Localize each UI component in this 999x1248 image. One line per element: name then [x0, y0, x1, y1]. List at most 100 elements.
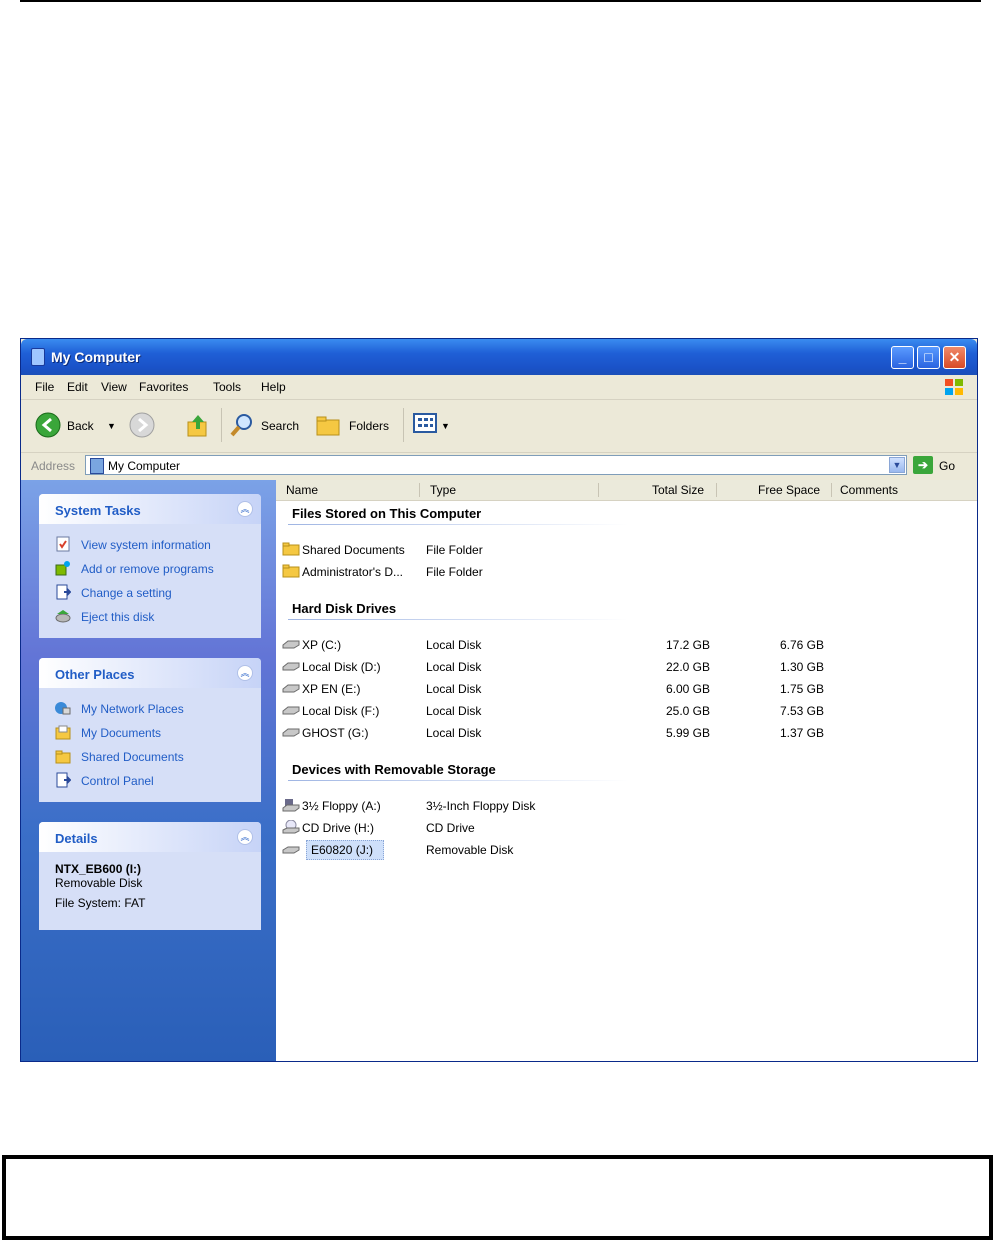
- list-item[interactable]: Local Disk (F:) Local Disk 25.0 GB 7.53 …: [280, 701, 977, 721]
- item-type: File Folder: [426, 543, 483, 557]
- search-button[interactable]: Search: [229, 412, 305, 440]
- menu-favorites[interactable]: Favorites: [139, 380, 188, 394]
- disk-icon: [282, 662, 300, 671]
- group-divider: [288, 619, 628, 620]
- other-places-panel: Other Places ︽ My Network Places My Docu…: [39, 658, 261, 802]
- forward-arrow-icon: [129, 412, 155, 438]
- forward-button[interactable]: [129, 412, 169, 440]
- details-header[interactable]: Details ︽: [39, 822, 261, 852]
- list-item[interactable]: CD Drive (H:) CD Drive: [280, 818, 977, 838]
- item-type: CD Drive: [426, 821, 475, 835]
- maximize-button[interactable]: □: [917, 346, 940, 369]
- disk-icon: [282, 684, 300, 693]
- folders-button[interactable]: Folders: [315, 412, 395, 440]
- other-places-header[interactable]: Other Places ︽: [39, 658, 261, 688]
- title-bar[interactable]: My Computer _ □ ✕: [21, 339, 977, 375]
- list-item[interactable]: Local Disk (D:) Local Disk 22.0 GB 1.30 …: [280, 657, 977, 677]
- column-header-type[interactable]: Type: [430, 483, 456, 499]
- menu-tools[interactable]: Tools: [213, 380, 241, 394]
- column-header-total-size[interactable]: Total Size: [652, 483, 704, 499]
- group-removable-storage: Devices with Removable Storage: [292, 762, 496, 777]
- item-name: GHOST (G:): [302, 726, 369, 740]
- minimize-icon: _: [898, 349, 907, 365]
- control-panel-icon: [56, 584, 71, 600]
- menu-file[interactable]: File: [35, 380, 54, 394]
- other-places-title: Other Places: [55, 667, 135, 682]
- go-button[interactable]: ➔: [913, 456, 933, 474]
- windows-logo-icon: [945, 379, 963, 395]
- up-folder-icon: [187, 415, 207, 437]
- details-file-system: File System: FAT: [55, 896, 146, 910]
- item-name: Administrator's D...: [302, 565, 403, 579]
- task-pane: System Tasks ︽ View system information A…: [21, 480, 276, 1061]
- close-button[interactable]: ✕: [943, 346, 966, 369]
- maximize-icon: □: [924, 349, 933, 365]
- bottom-frame: [2, 1155, 993, 1240]
- views-dropdown-icon: ▼: [441, 421, 450, 431]
- views-button[interactable]: ▼: [413, 412, 453, 440]
- up-folder-button[interactable]: [185, 412, 213, 440]
- search-label: Search: [261, 419, 300, 433]
- item-type: Removable Disk: [426, 843, 514, 857]
- menu-edit[interactable]: Edit: [67, 380, 88, 394]
- back-button[interactable]: Back ▼: [35, 412, 116, 440]
- window-title: My Computer: [51, 349, 141, 365]
- column-divider[interactable]: [598, 483, 599, 497]
- toolbar-separator: [221, 408, 222, 442]
- eject-icon: [55, 610, 71, 623]
- minimize-button[interactable]: _: [891, 346, 914, 369]
- column-header-name[interactable]: Name: [286, 483, 318, 499]
- group-files-stored: Files Stored on This Computer: [292, 506, 482, 521]
- close-icon: ✕: [948, 349, 961, 365]
- details-drive-type: Removable Disk: [55, 876, 143, 890]
- go-label[interactable]: Go: [939, 459, 955, 473]
- group-hard-disk-drives: Hard Disk Drives: [292, 601, 397, 616]
- system-tasks-header[interactable]: System Tasks ︽: [39, 494, 261, 524]
- task-label: Add or remove programs: [81, 562, 214, 576]
- task-label: Change a setting: [81, 586, 172, 600]
- add-remove-programs-icon: [55, 561, 70, 576]
- menu-view[interactable]: View: [101, 380, 127, 394]
- item-free-space: 6.76 GB: [779, 638, 824, 652]
- list-item-selected[interactable]: E60820 (J:) Removable Disk: [280, 840, 977, 860]
- item-total-size: 5.99 GB: [665, 726, 710, 740]
- menu-help[interactable]: Help: [261, 380, 286, 394]
- back-dropdown-icon[interactable]: ▼: [107, 421, 116, 431]
- address-input[interactable]: My Computer ▼: [85, 455, 907, 475]
- address-dropdown-icon[interactable]: ▼: [889, 457, 905, 473]
- list-item[interactable]: Shared Documents File Folder: [280, 540, 977, 560]
- toolbar: Back ▼ Search Folders ▼: [21, 400, 977, 453]
- column-header-comments[interactable]: Comments: [840, 483, 898, 499]
- folder-icon: [55, 750, 71, 764]
- column-divider[interactable]: [716, 483, 717, 497]
- collapse-icon[interactable]: ︽: [237, 829, 253, 845]
- control-panel-icon: [56, 772, 71, 788]
- column-divider[interactable]: [419, 483, 420, 497]
- address-bar: Address My Computer ▼ ➔ Go: [21, 453, 977, 479]
- menu-bar: File Edit View Favorites Tools Help: [21, 375, 977, 400]
- details-title: Details: [55, 831, 98, 846]
- list-item[interactable]: GHOST (G:) Local Disk 5.99 GB 1.37 GB: [280, 723, 977, 743]
- item-total-size: 25.0 GB: [665, 704, 710, 718]
- back-arrow-icon: [35, 412, 61, 438]
- floppy-icon: [282, 799, 300, 812]
- computer-icon: [31, 348, 45, 366]
- collapse-icon[interactable]: ︽: [237, 665, 253, 681]
- folders-icon: [316, 416, 340, 436]
- list-item[interactable]: XP EN (E:) Local Disk 6.00 GB 1.75 GB: [280, 679, 977, 699]
- column-divider[interactable]: [831, 483, 832, 497]
- list-item[interactable]: 3½ Floppy (A:) 3½-Inch Floppy Disk: [280, 796, 977, 816]
- folder-icon: [282, 542, 300, 556]
- column-header-free-space[interactable]: Free Space: [758, 483, 820, 499]
- item-name: Shared Documents: [302, 543, 405, 557]
- system-tasks-panel: System Tasks ︽ View system information A…: [39, 494, 261, 638]
- top-rule: [20, 0, 981, 2]
- item-type: Local Disk: [426, 660, 482, 674]
- disk-icon: [282, 728, 300, 737]
- address-label: Address: [31, 459, 76, 473]
- collapse-icon[interactable]: ︽: [237, 501, 253, 517]
- list-item[interactable]: XP (C:) Local Disk 17.2 GB 6.76 GB: [280, 635, 977, 655]
- item-total-size: 6.00 GB: [665, 682, 710, 696]
- list-item[interactable]: Administrator's D... File Folder: [280, 562, 977, 582]
- item-free-space: 1.75 GB: [779, 682, 824, 696]
